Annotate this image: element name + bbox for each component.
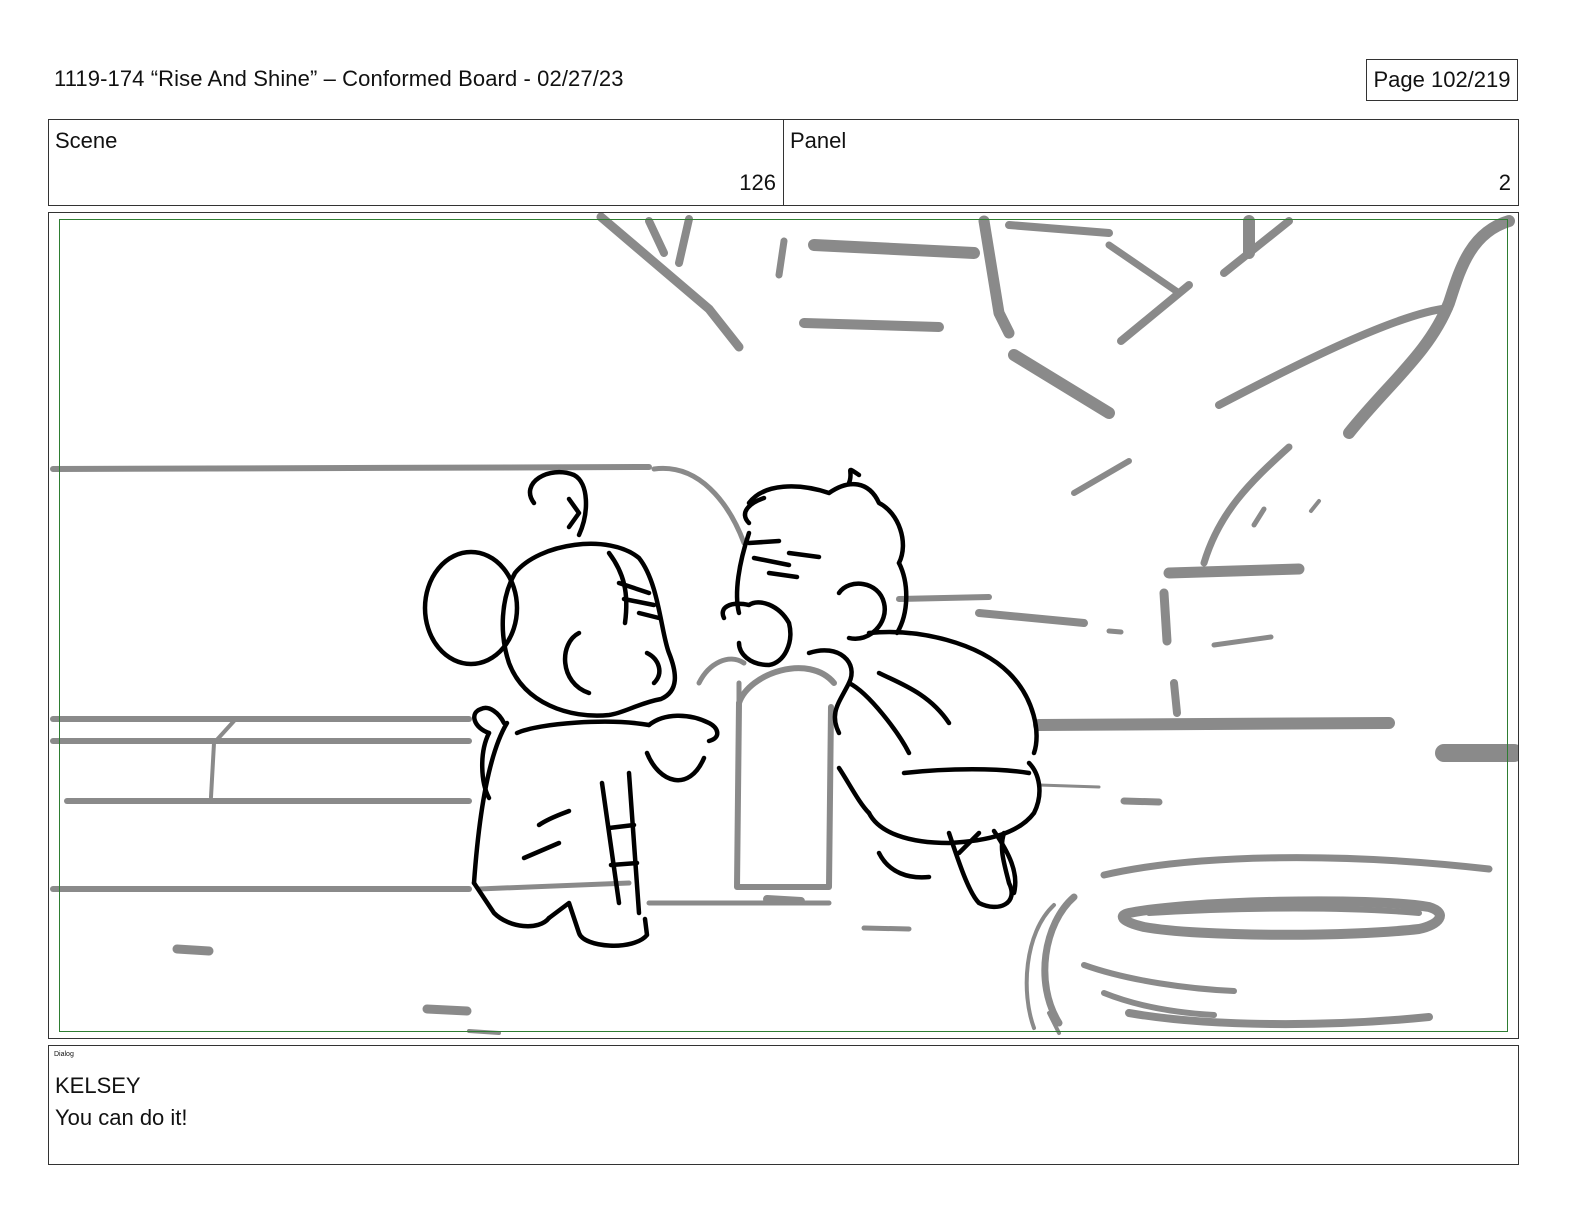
- panel-number: 2: [1498, 170, 1511, 195]
- dialog-box: Dialog KELSEY You can do it!: [48, 1045, 1519, 1165]
- scene-label: Scene: [55, 128, 118, 153]
- panel-cell: Panel 2: [784, 120, 1518, 205]
- panel-frame: [48, 212, 1519, 1039]
- scene-panel-info: Scene 126 Panel 2: [48, 119, 1519, 206]
- dialog-speaker: KELSEY: [55, 1073, 141, 1098]
- safe-area-border: [59, 219, 1508, 1032]
- scene-number: 126: [739, 170, 776, 195]
- dialog-line: You can do it!: [55, 1105, 188, 1130]
- dialog-label: Dialog: [54, 1051, 74, 1058]
- storyboard-page: 1119-174 “Rise And Shine” – Conformed Bo…: [0, 0, 1584, 1224]
- board-title: 1119-174 “Rise And Shine” – Conformed Bo…: [54, 66, 624, 91]
- panel-label: Panel: [790, 128, 847, 153]
- page-number-box: Page 102/219: [1366, 59, 1518, 101]
- scene-cell: Scene 126: [49, 120, 784, 205]
